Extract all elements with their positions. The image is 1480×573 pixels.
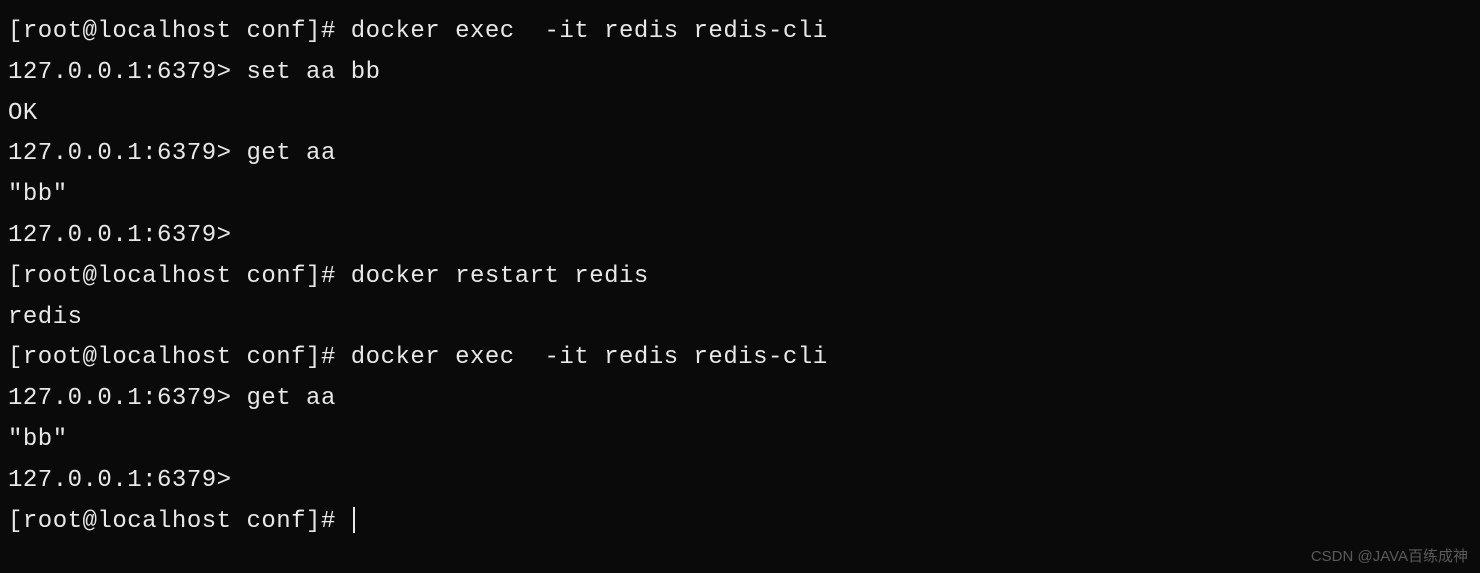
redis-prompt: 127.0.0.1:6379> bbox=[8, 140, 246, 167]
terminal-line: redis bbox=[8, 298, 1472, 339]
terminal-line: 127.0.0.1:6379> get aa bbox=[8, 379, 1472, 420]
redis-prompt: 127.0.0.1:6379> bbox=[8, 467, 246, 494]
cursor-icon bbox=[353, 507, 355, 533]
terminal-line: [root@localhost conf]# docker exec -it r… bbox=[8, 338, 1472, 379]
command-text: docker exec -it redis redis-cli bbox=[351, 344, 828, 371]
output-text: "bb" bbox=[8, 426, 68, 453]
terminal-line: 127.0.0.1:6379> bbox=[8, 216, 1472, 257]
redis-prompt: 127.0.0.1:6379> bbox=[8, 59, 246, 86]
terminal-output[interactable]: [root@localhost conf]# docker exec -it r… bbox=[8, 12, 1472, 542]
terminal-line: 127.0.0.1:6379> bbox=[8, 461, 1472, 502]
terminal-line: "bb" bbox=[8, 175, 1472, 216]
terminal-line: [root@localhost conf]# bbox=[8, 502, 1472, 543]
output-text: redis bbox=[8, 304, 83, 331]
watermark-text: CSDN @JAVA百练成神 bbox=[1311, 544, 1468, 570]
shell-prompt: [root@localhost conf]# bbox=[8, 18, 351, 45]
redis-prompt: 127.0.0.1:6379> bbox=[8, 222, 246, 249]
output-text: OK bbox=[8, 100, 38, 127]
terminal-line: 127.0.0.1:6379> get aa bbox=[8, 134, 1472, 175]
terminal-line: [root@localhost conf]# docker restart re… bbox=[8, 257, 1472, 298]
terminal-line: 127.0.0.1:6379> set aa bb bbox=[8, 53, 1472, 94]
shell-prompt: [root@localhost conf]# bbox=[8, 263, 351, 290]
redis-prompt: 127.0.0.1:6379> bbox=[8, 385, 246, 412]
terminal-line: "bb" bbox=[8, 420, 1472, 461]
command-text: docker exec -it redis redis-cli bbox=[351, 18, 828, 45]
command-text: set aa bb bbox=[246, 59, 380, 86]
terminal-line: OK bbox=[8, 94, 1472, 135]
shell-prompt: [root@localhost conf]# bbox=[8, 344, 351, 371]
command-text: get aa bbox=[246, 385, 335, 412]
command-text: docker restart redis bbox=[351, 263, 649, 290]
command-text: get aa bbox=[246, 140, 335, 167]
shell-prompt: [root@localhost conf]# bbox=[8, 508, 351, 535]
terminal-line: [root@localhost conf]# docker exec -it r… bbox=[8, 12, 1472, 53]
output-text: "bb" bbox=[8, 181, 68, 208]
